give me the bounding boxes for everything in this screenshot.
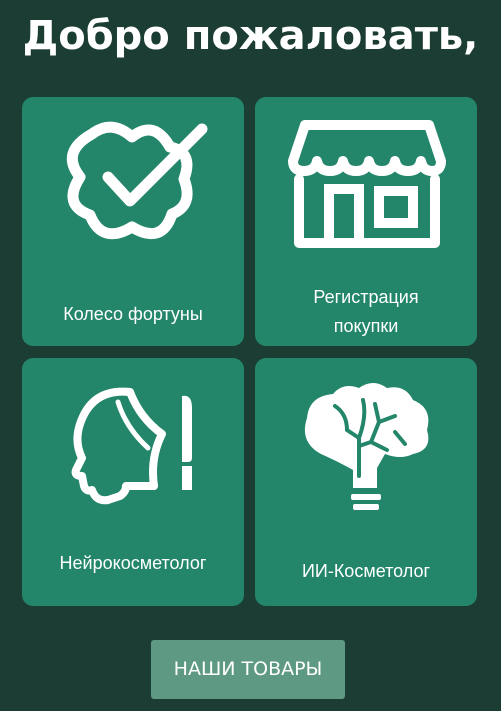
tile-purchase-registration[interactable]: Регистрация покупки xyxy=(255,97,477,346)
tile-ai-cosmetologist[interactable]: ИИ-Косметолог xyxy=(255,358,477,606)
tile-wheel-of-fortune[interactable]: Колесо фортуны xyxy=(22,97,244,346)
our-products-button[interactable]: НАШИ ТОВАРЫ xyxy=(151,640,345,699)
tile-label: Регистрация покупки xyxy=(313,287,419,336)
welcome-title: Добро пожаловать, xyxy=(22,13,479,59)
badge-check-icon xyxy=(66,121,208,240)
tile-label: Колесо фортуны xyxy=(63,304,203,324)
tile-neuro-cosmetologist[interactable]: Нейрокосметолог xyxy=(22,358,244,606)
face-scalpel-icon xyxy=(71,387,192,505)
tile-label: Нейрокосметолог xyxy=(59,553,207,573)
tile-label: ИИ-Косметолог xyxy=(301,561,431,581)
shop-icon xyxy=(288,120,446,248)
brain-bulb-icon xyxy=(304,383,429,510)
